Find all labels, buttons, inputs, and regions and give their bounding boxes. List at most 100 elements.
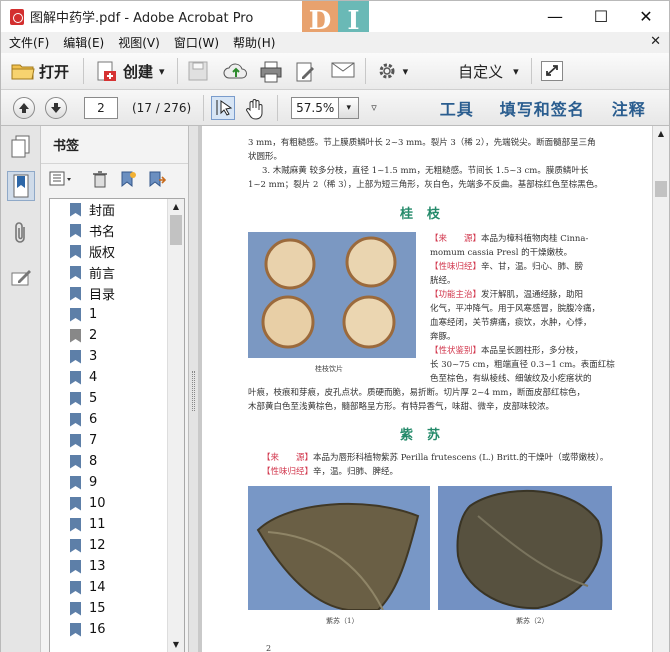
bookmark-icon (70, 244, 81, 259)
bookmark-icon (70, 286, 81, 301)
bookmark-item[interactable]: 10 (50, 493, 184, 514)
maximize-button[interactable]: ☐ (578, 1, 624, 32)
zoom-input[interactable]: 57.5% (291, 96, 340, 119)
bookmark-item[interactable]: 9 (50, 472, 184, 493)
scroll-up-icon[interactable]: ▲ (168, 199, 184, 214)
bookmark-icon (70, 496, 81, 511)
text-line: 辛，温。归肺、脾经。 (313, 467, 399, 477)
customize-label[interactable]: 自定义 (458, 61, 503, 82)
tools-tab[interactable]: 工具 (440, 96, 474, 120)
page-number-input[interactable]: 2 (84, 96, 118, 119)
bookmark-icon (70, 559, 81, 574)
menu-edit[interactable]: 编辑(E) (55, 34, 110, 51)
menu-bar: 文件(F) 编辑(E) 视图(V) 窗口(W) 帮助(H) ✕ (1, 32, 669, 53)
bookmark-item[interactable]: 8 (50, 451, 184, 472)
scroll-up-icon[interactable]: ▲ (653, 126, 669, 141)
bookmark-item[interactable]: 14 (50, 577, 184, 598)
acrobat-app-icon (10, 8, 24, 25)
hand-tool-icon[interactable] (245, 98, 267, 120)
customize-dropdown-icon[interactable]: ▾ (513, 65, 519, 78)
scroll-thumb[interactable] (170, 215, 182, 245)
bookmark-item[interactable]: 11 (50, 514, 184, 535)
bookmark-item[interactable]: 目录 (50, 283, 184, 304)
bookmark-item[interactable]: 13 (50, 556, 184, 577)
next-page-button[interactable] (45, 96, 67, 119)
zisu-caption-2: 紫苏（2） (516, 617, 549, 625)
bookmark-icon (70, 517, 81, 532)
text-line: 化气，平冲降气。用于风寒感冒，脘腹冷痛， (430, 304, 601, 314)
bookmark-item[interactable]: 版权 (50, 241, 184, 262)
scroll-down-icon[interactable]: ▼ (168, 637, 184, 652)
bookmark-icon (70, 601, 81, 616)
minimize-button[interactable]: — (532, 1, 578, 32)
comment-tab[interactable]: 注释 (612, 96, 646, 120)
bookmark-icon (70, 580, 81, 595)
bookmark-item[interactable]: 前言 (50, 262, 184, 283)
page-thumbnails-icon[interactable] (7, 132, 35, 162)
bookmark-item[interactable]: 1 (50, 304, 184, 325)
previous-page-button[interactable] (13, 96, 35, 119)
menu-view[interactable]: 视图(V) (110, 34, 166, 51)
text-line: momum cassia Presl 的干燥嫩枝。 (430, 248, 573, 258)
bookmark-item[interactable]: 3 (50, 346, 184, 367)
document-scrollbar[interactable]: ▲ (652, 126, 669, 652)
text-line: 3. 木贼麻黄 较多分枝，直径 1~1.5 mm，无粗糙感。节间长 1.5~3 … (262, 166, 589, 176)
bookmark-item[interactable]: 7 (50, 430, 184, 451)
close-button[interactable]: ✕ (623, 1, 669, 32)
menu-file[interactable]: 文件(F) (1, 34, 55, 51)
zisu-caption-1: 紫苏（1） (326, 617, 359, 625)
guizhi-photo (248, 232, 416, 358)
document-view[interactable]: 3 mm，有粗糙感。节上膜质鳞叶长 2~3 mm。裂片 3（稀 2），先端锐尖。… (198, 126, 652, 652)
label-source: 【来 源】 (430, 234, 482, 244)
arrow-up-icon (19, 102, 29, 113)
new-bookmark-icon[interactable] (119, 170, 141, 190)
bookmark-item[interactable]: 2 (50, 325, 184, 346)
bookmark-item[interactable]: 封面 (50, 199, 184, 220)
label-shape: 【性状鉴别】 (430, 346, 482, 356)
bookmark-item[interactable]: 15 (50, 598, 184, 619)
edit-document-icon[interactable] (295, 61, 317, 82)
bookmark-list-scrollbar[interactable]: ▲ ▼ (167, 199, 184, 652)
text-line: 奔豚。 (430, 332, 456, 342)
fill-and-sign-tab[interactable]: 填写和签名 (500, 96, 585, 120)
bookmark-item[interactable]: 4 (50, 367, 184, 388)
more-tools-icon[interactable]: ▿ (371, 101, 377, 114)
signatures-icon[interactable] (7, 261, 35, 291)
attachment-icon[interactable] (7, 218, 35, 248)
bookmarks-panel-icon[interactable] (7, 171, 35, 201)
toolbar-separator (364, 58, 366, 84)
bookmark-options-icon[interactable] (49, 170, 71, 190)
bookmark-item[interactable]: 5 (50, 388, 184, 409)
create-button[interactable]: 创建 ▾ (91, 56, 169, 86)
bookmark-label: 4 (89, 370, 98, 385)
bookmark-item[interactable]: 12 (50, 535, 184, 556)
bookmark-item[interactable]: 6 (50, 409, 184, 430)
settings-dropdown-icon[interactable]: ▾ (403, 65, 409, 78)
menu-window[interactable]: 窗口(W) (166, 34, 225, 51)
cloud-upload-icon[interactable] (223, 61, 247, 81)
panel-splitter[interactable] (189, 126, 198, 652)
bookmarks-panel: 书签 ◀◀ ▶ 封面书名版权前言目录1234567891011121314151… (41, 126, 189, 652)
bookmark-item[interactable]: 16 (50, 619, 184, 640)
save-icon[interactable] (187, 61, 209, 81)
open-button[interactable]: 打开 (7, 56, 73, 86)
bookmark-item[interactable]: 书名 (50, 220, 184, 241)
bookmark-from-selection-icon[interactable] (147, 170, 169, 190)
delete-bookmark-icon[interactable] (91, 170, 113, 190)
print-icon[interactable] (259, 61, 282, 83)
document-close-icon[interactable]: ✕ (650, 34, 661, 49)
select-cursor-icon[interactable] (211, 95, 236, 120)
scroll-thumb[interactable] (655, 181, 667, 197)
bookmark-icon (70, 475, 81, 490)
bookmark-icon (70, 454, 81, 469)
fullscreen-icon[interactable] (540, 61, 563, 81)
zoom-dropdown-icon[interactable]: ▾ (339, 96, 360, 119)
bookmark-icon (70, 349, 81, 364)
gear-icon[interactable] (377, 61, 399, 81)
create-dropdown-icon[interactable]: ▾ (159, 65, 165, 78)
bookmark-label: 14 (89, 580, 106, 595)
bookmark-icon (70, 265, 81, 280)
email-icon[interactable] (331, 61, 355, 81)
menu-help[interactable]: 帮助(H) (225, 34, 281, 51)
open-label: 打开 (39, 62, 70, 81)
